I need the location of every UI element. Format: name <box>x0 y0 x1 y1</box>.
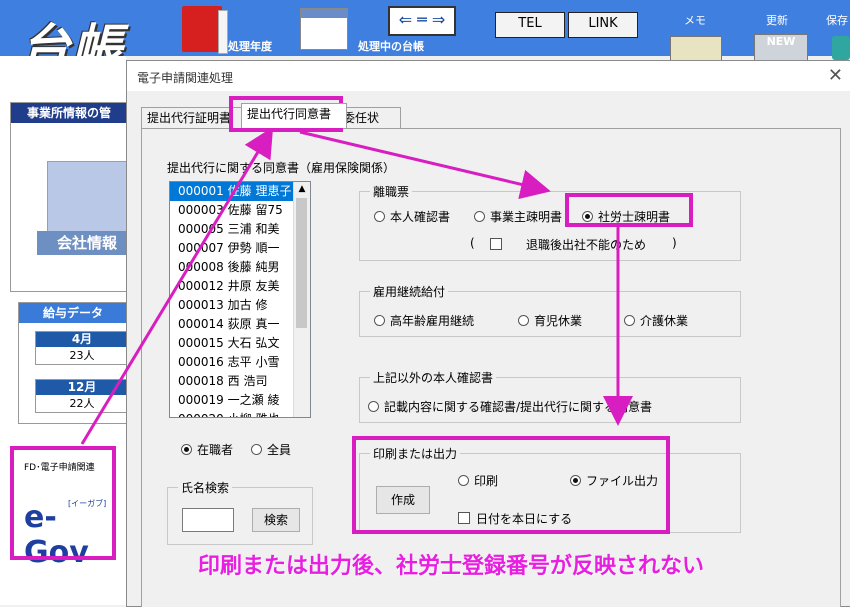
tab-proxy-consent[interactable]: 提出代行同意書 <box>241 103 347 128</box>
annotation-arrows <box>80 126 633 445</box>
arrow-egov-to-tab <box>80 126 274 445</box>
annotation-caption: 印刷または出力後、社労士登録番号が反映されない <box>198 554 705 579</box>
arrow-tab-to-radio <box>299 130 551 200</box>
